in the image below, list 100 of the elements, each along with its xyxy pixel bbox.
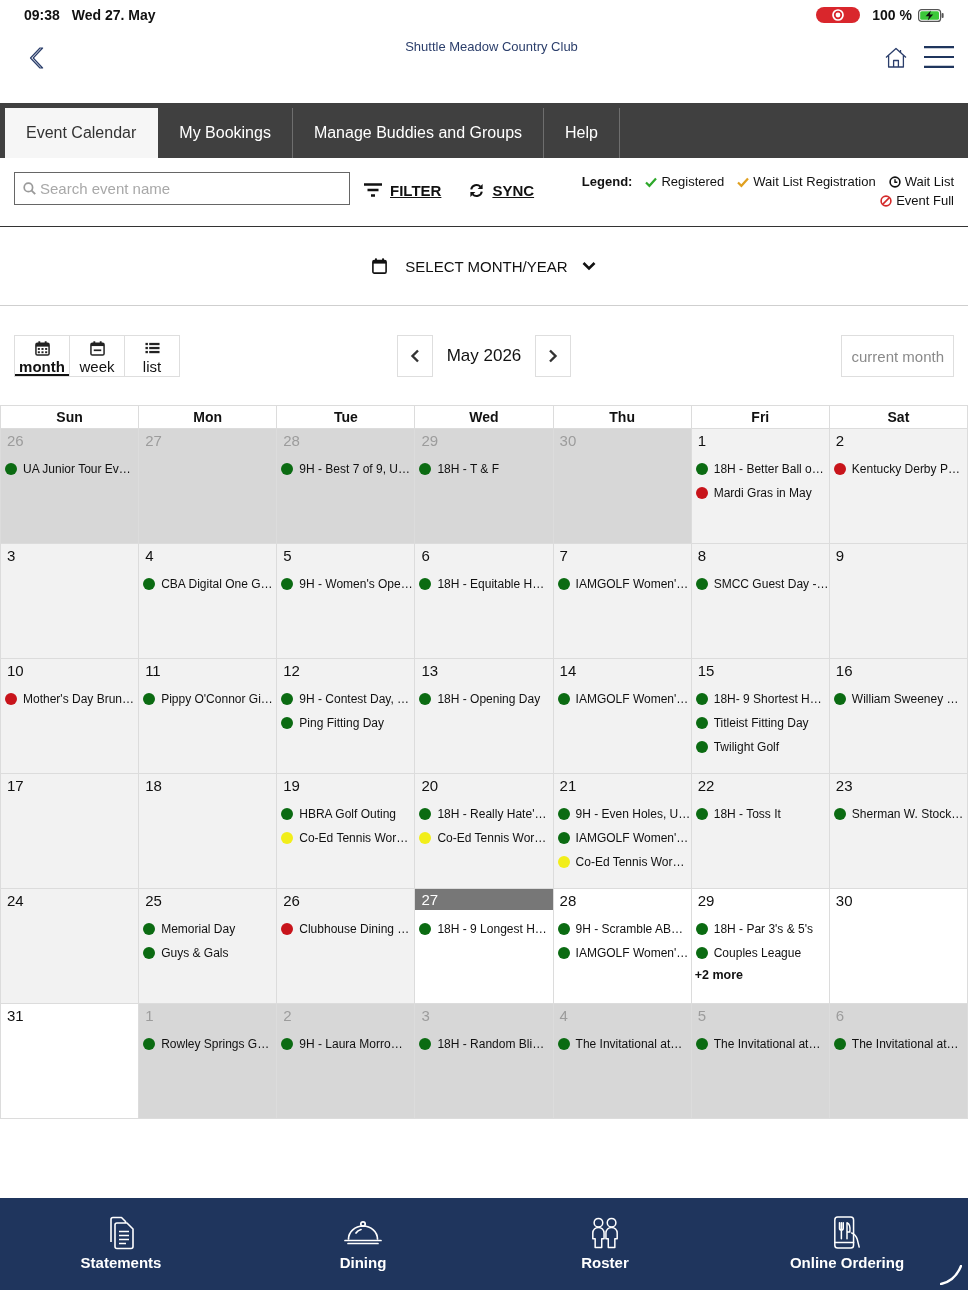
back-chevron-icon[interactable]	[29, 47, 44, 69]
day-number: 31	[6, 1006, 25, 1026]
event-title[interactable]: 18H - Really Hate'…	[437, 807, 547, 821]
day-number: 27	[144, 431, 163, 451]
event-title[interactable]: HBRA Golf Outing	[299, 807, 396, 821]
day-number: 3	[420, 1006, 431, 1026]
view-button[interactable]: list	[124, 335, 180, 377]
previous-month-button[interactable]	[396, 335, 433, 377]
event-title[interactable]: IAMGOLF Women'…	[575, 946, 689, 960]
menu-icon[interactable]	[924, 46, 954, 68]
event-title[interactable]: 18H- 9 Shortest H…	[713, 692, 822, 706]
event-title[interactable]: Titleist Fitting Day	[713, 716, 809, 730]
event-title[interactable]: Co-Ed Tennis Wor…	[299, 831, 409, 845]
day-number: 5	[696, 1006, 708, 1026]
event-title[interactable]: 18H - 9 Longest H…	[437, 922, 547, 936]
calendar-icon	[89, 341, 105, 356]
event-title[interactable]: 18H - Par 3's & 5's	[713, 922, 813, 936]
calendar-icon	[372, 258, 388, 274]
nav-tab[interactable]: Dining	[339, 1198, 387, 1272]
day-number: 1	[144, 1006, 155, 1026]
filter-button[interactable]: FILTER	[364, 172, 442, 208]
day-number: 24	[6, 891, 25, 911]
home-icon[interactable]	[885, 46, 907, 68]
day-number: 29	[420, 431, 440, 451]
legend-label: Registered	[661, 173, 725, 191]
next-month-button[interactable]	[535, 335, 572, 377]
event-title[interactable]: Co-Ed Tennis Wor…	[437, 831, 547, 845]
event-title[interactable]: IAMGOLF Women'…	[575, 577, 689, 591]
people-icon	[590, 1216, 620, 1250]
view-button[interactable]: month	[14, 335, 70, 377]
day-number: 12	[282, 661, 301, 681]
event-title[interactable]: Co-Ed Tennis Wor…	[575, 855, 685, 869]
nav-tab[interactable]: Statements	[80, 1198, 162, 1272]
event-title[interactable]: Clubhouse Dining …	[299, 922, 410, 936]
month-year-dropdown[interactable]: SELECT MONTH/YEAR	[372, 253, 596, 279]
event-title[interactable]: Ping Fitting Day	[299, 716, 384, 730]
event-title[interactable]: UA Junior Tour Ev…	[23, 462, 131, 476]
chevron-left-icon	[409, 349, 420, 363]
legend-label: Event Full	[896, 192, 954, 210]
tab[interactable]: Event Calendar	[5, 108, 159, 158]
day-number: 20	[420, 776, 440, 796]
event-title[interactable]: 9H - Women's Ope…	[299, 577, 413, 591]
view-button[interactable]: week	[69, 335, 125, 377]
event-title[interactable]: 18H - Random Bli…	[437, 1037, 545, 1051]
search-field[interactable]: Search event name	[14, 172, 350, 205]
legend-label: Wait List Registration	[753, 173, 876, 191]
event-title[interactable]: The Invitational at…	[851, 1037, 959, 1051]
day-number: 26	[282, 891, 301, 911]
event-title[interactable]: Kentucky Derby P…	[851, 462, 960, 476]
event-title[interactable]: 18H - Opening Day	[437, 692, 541, 706]
event-title[interactable]: 18H - Toss It	[713, 807, 781, 821]
day-number: 18	[144, 776, 163, 796]
event-title[interactable]: Twilight Golf	[713, 740, 780, 754]
more-events-link[interactable]: +2 more	[694, 968, 743, 982]
event-title[interactable]: SMCC Guest Day -…	[713, 577, 829, 591]
search-icon	[23, 182, 36, 195]
event-title[interactable]: 9H - Scramble AB…	[575, 922, 683, 936]
event-title[interactable]: Memorial Day	[161, 922, 236, 936]
event-title[interactable]: IAMGOLF Women'…	[575, 831, 689, 845]
day-number: 8	[696, 546, 708, 566]
day-number: 19	[282, 776, 301, 796]
event-title[interactable]: IAMGOLF Women'…	[575, 692, 689, 706]
day-number: 11	[144, 661, 162, 681]
nav-tab[interactable]: Roster	[581, 1198, 629, 1272]
day-number: 25	[144, 891, 163, 911]
event-title[interactable]: 18H - Better Ball o…	[713, 462, 824, 476]
event-title[interactable]: Couples League	[713, 946, 802, 960]
nav-tab[interactable]: Online Ordering	[789, 1198, 905, 1272]
day-number: 5	[282, 546, 293, 566]
event-title[interactable]: Mardi Gras in May	[713, 486, 812, 500]
corner-arc-icon	[940, 1265, 962, 1285]
event-title[interactable]: 9H - Even Holes, U…	[575, 807, 691, 821]
battery-percent: 100 %	[872, 7, 912, 23]
event-title[interactable]: 9H - Contest Day, …	[299, 692, 410, 706]
event-title[interactable]: The Invitational at…	[713, 1037, 821, 1051]
event-title[interactable]: Sherman W. Stock…	[851, 807, 964, 821]
event-title[interactable]: William Sweeney …	[851, 692, 959, 706]
event-title[interactable]: 9H - Best 7 of 9, U…	[299, 462, 410, 476]
event-title[interactable]: 18H - Equitable H…	[437, 577, 545, 591]
day-number: 4	[558, 1006, 569, 1026]
sync-button[interactable]: SYNC	[469, 172, 535, 208]
legend-label: Wait List	[904, 173, 954, 191]
calendar-grid-icon	[34, 341, 50, 356]
status-date: Wed 27. May	[71, 7, 156, 23]
tab[interactable]: Help	[544, 108, 620, 158]
event-title[interactable]: 18H - T & F	[437, 462, 499, 476]
event-title[interactable]: Rowley Springs G…	[161, 1037, 270, 1051]
event-title[interactable]: Pippy O'Connor Gi…	[161, 692, 273, 706]
list-icon	[144, 341, 160, 356]
event-title[interactable]: 9H - Laura Morro…	[299, 1037, 403, 1051]
phone-cutlery-icon	[832, 1216, 862, 1250]
tab[interactable]: Manage Buddies and Groups	[292, 108, 545, 158]
event-title[interactable]: Mother's Day Brun…	[23, 692, 134, 706]
day-number: 26	[6, 431, 25, 451]
event-title[interactable]: The Invitational at…	[575, 1037, 683, 1051]
event-title[interactable]: CBA Digital One G…	[161, 577, 273, 591]
day-number: 21	[558, 776, 578, 796]
day-number: 16	[834, 661, 854, 681]
tab[interactable]: My Bookings	[158, 108, 293, 158]
event-title[interactable]: Guys & Gals	[161, 946, 229, 960]
